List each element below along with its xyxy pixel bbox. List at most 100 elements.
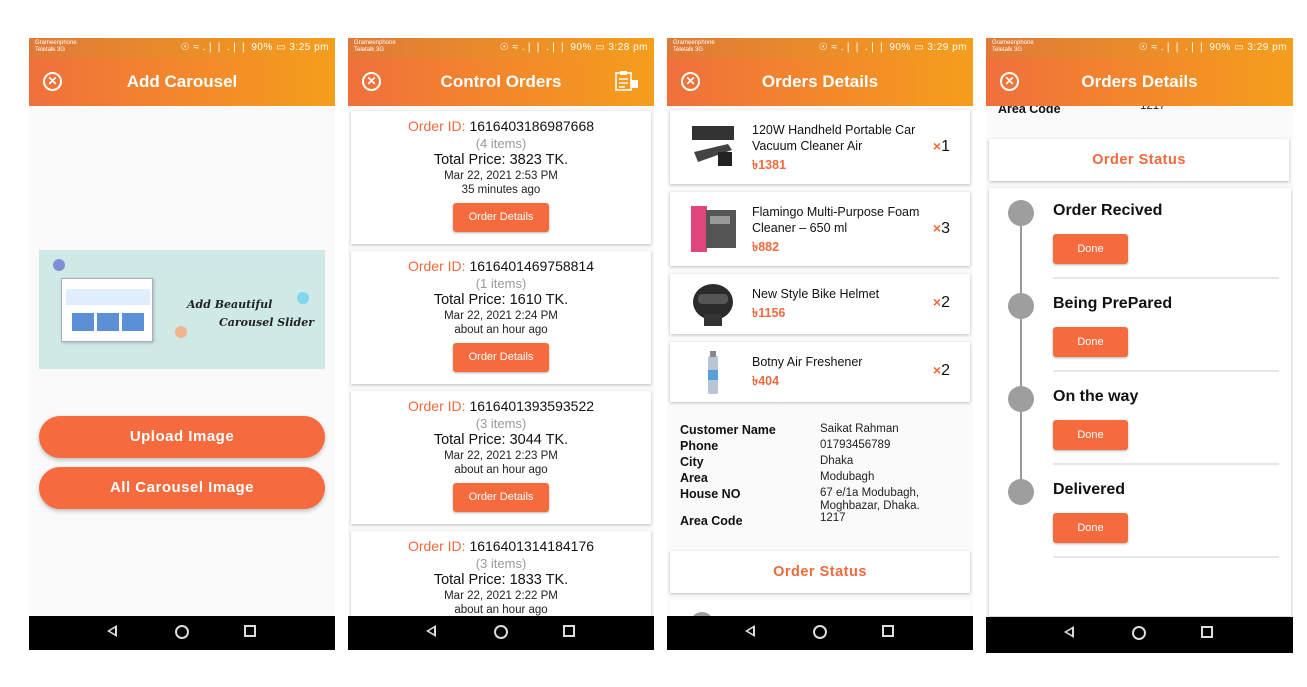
clipboard-icon[interactable] [614,70,640,92]
order-id: 1616401314184176 [469,538,595,554]
back-icon[interactable] [745,625,755,637]
order-details-button[interactable]: Order Details [453,203,549,232]
app-bar: ✕ Add Carousel [29,58,335,106]
order-card[interactable]: Order ID: 1616401469758814 (1 items) Tot… [351,251,651,384]
product-row[interactable]: 120W Handheld Portable Car Vacuum Cleane… [670,110,970,184]
page-title: Control Orders [440,72,562,91]
divider [1053,463,1279,465]
order-id: 1616401469758814 [469,258,595,274]
system-nav-bar [986,617,1293,653]
timeline-dot [1008,200,1034,226]
slider-illustration [61,278,153,342]
app-bar: ✕ Orders Details [667,58,973,106]
step-title: Being PrePared [1053,295,1173,312]
info-label: Area Code [680,514,743,528]
product-row[interactable]: Flamingo Multi-Purpose Foam Cleaner – 65… [670,192,970,266]
product-row[interactable]: New Style Bike Helmet ৳1156 ×2 [670,274,970,334]
recent-apps-icon[interactable] [1201,626,1213,638]
done-button[interactable]: Done [1053,420,1128,450]
status-bar: Grameenphone Teletalk 3G ☉ ≈ .❘❘ .❘❘ 90% … [348,38,654,58]
product-name: 120W Handheld Portable Car Vacuum Cleane… [752,123,916,153]
product-price: ৳404 [752,374,780,388]
screen-add-carousel: Grameenphone Teletalk 3G ☉ ≈ .❘❘ .❘❘ 90% … [29,38,335,650]
upload-image-button[interactable]: Upload Image [39,416,325,458]
home-icon[interactable] [1132,626,1146,640]
product-name: Botny Air Freshener [752,355,863,369]
banner-text: Carousel Slider [219,316,314,329]
order-card[interactable]: Order ID: 1616403186987668 (4 items) Tot… [351,111,651,244]
recent-apps-icon[interactable] [244,625,256,637]
step-title: Order Recived [1053,202,1163,219]
system-nav-bar [348,616,654,650]
decor-dot [53,259,65,271]
order-id: 1616403186987668 [469,118,595,134]
product-image [688,280,738,330]
app-bar: ✕ Control Orders [348,58,654,106]
page-title: Add Carousel [126,72,238,91]
timeline-dot [1008,479,1034,505]
order-id-label: Order ID: [407,538,466,554]
order-details-button[interactable]: Order Details [453,343,549,372]
product-quantity: ×3 [932,220,950,237]
order-id-label: Order ID: [407,398,466,414]
order-card[interactable]: Order ID: 1616401393593522 (3 items) Tot… [351,391,651,524]
order-time-ago: 35 minutes ago [461,184,541,196]
total-price: Total Price: 1610 TK. [433,292,569,308]
status-indicators: ☉ ≈ .❘❘ .❘❘ 90% ▭ 3:29 pm [818,42,967,53]
product-image [688,122,738,172]
product-price: ৳882 [752,240,780,254]
status-bar: Grameenphone Teletalk 3G ☉ ≈ .❘❘ .❘❘ 90% … [29,38,335,58]
order-date: Mar 22, 2021 2:53 PM [444,170,558,182]
done-button[interactable]: Done [1053,513,1128,543]
timeline-line [1020,214,1022,496]
carrier-label: Grameenphone Teletalk 3G [35,40,77,53]
order-time-ago: about an hour ago [454,324,548,336]
total-price: Total Price: 3044 TK. [433,432,569,448]
order-date: Mar 22, 2021 2:24 PM [444,310,558,322]
app-bar: ✕ Orders Details [986,58,1293,106]
home-icon[interactable] [813,625,827,639]
carrier-label: Grameenphone Teletalk 3G [354,40,396,53]
page-title: Orders Details [761,72,879,91]
screen-control-orders: Grameenphone Teletalk 3G ☉ ≈ .❘❘ .❘❘ 90% … [348,38,654,650]
done-button[interactable]: Done [1053,234,1128,264]
product-name: New Style Bike Helmet [752,287,880,301]
order-id-label: Order ID: [407,258,466,274]
order-details-button[interactable]: Order Details [453,483,549,512]
all-carousel-image-button[interactable]: All Carousel Image [39,467,325,509]
info-label: City [680,455,704,469]
info-value: 67 e/1a Modubagh, Moghbazar, Dhaka. [820,487,920,512]
banner-text: Add Beautiful [187,298,273,311]
home-icon[interactable] [494,625,508,639]
timeline-dot [1008,293,1034,319]
product-row[interactable]: Botny Air Freshener ৳404 ×2 [670,342,970,402]
info-value: Dhaka [820,455,854,467]
info-label: Phone [680,439,719,453]
product-image [688,204,738,254]
status-indicators: ☉ ≈ .❘❘ .❘❘ 90% ▭ 3:25 pm [180,42,329,53]
system-nav-bar [667,616,973,650]
back-icon[interactable] [1064,626,1074,638]
product-image [688,348,738,398]
page-title: Orders Details [1081,72,1198,91]
divider [1053,370,1279,372]
status-indicators: ☉ ≈ .❘❘ .❘❘ 90% ▭ 3:29 pm [1138,42,1287,53]
back-icon[interactable] [426,625,436,637]
timeline-dot [1008,386,1034,412]
carrier-label: Grameenphone Teletalk 3G [992,40,1034,53]
done-button[interactable]: Done [1053,327,1128,357]
recent-apps-icon[interactable] [563,625,575,637]
step-title: Delivered [1053,481,1126,498]
product-quantity: ×1 [932,138,950,155]
product-price: ৳1156 [752,306,786,320]
recent-apps-icon[interactable] [882,625,894,637]
info-label: House NO [680,487,741,501]
total-price: Total Price: 1833 TK. [433,572,569,588]
system-nav-bar [29,616,335,650]
back-icon[interactable] [107,625,117,637]
item-count: (3 items) [475,416,527,431]
order-time-ago: about an hour ago [454,604,548,616]
order-time-ago: about an hour ago [454,464,548,476]
home-icon[interactable] [175,625,189,639]
divider [1053,277,1279,279]
